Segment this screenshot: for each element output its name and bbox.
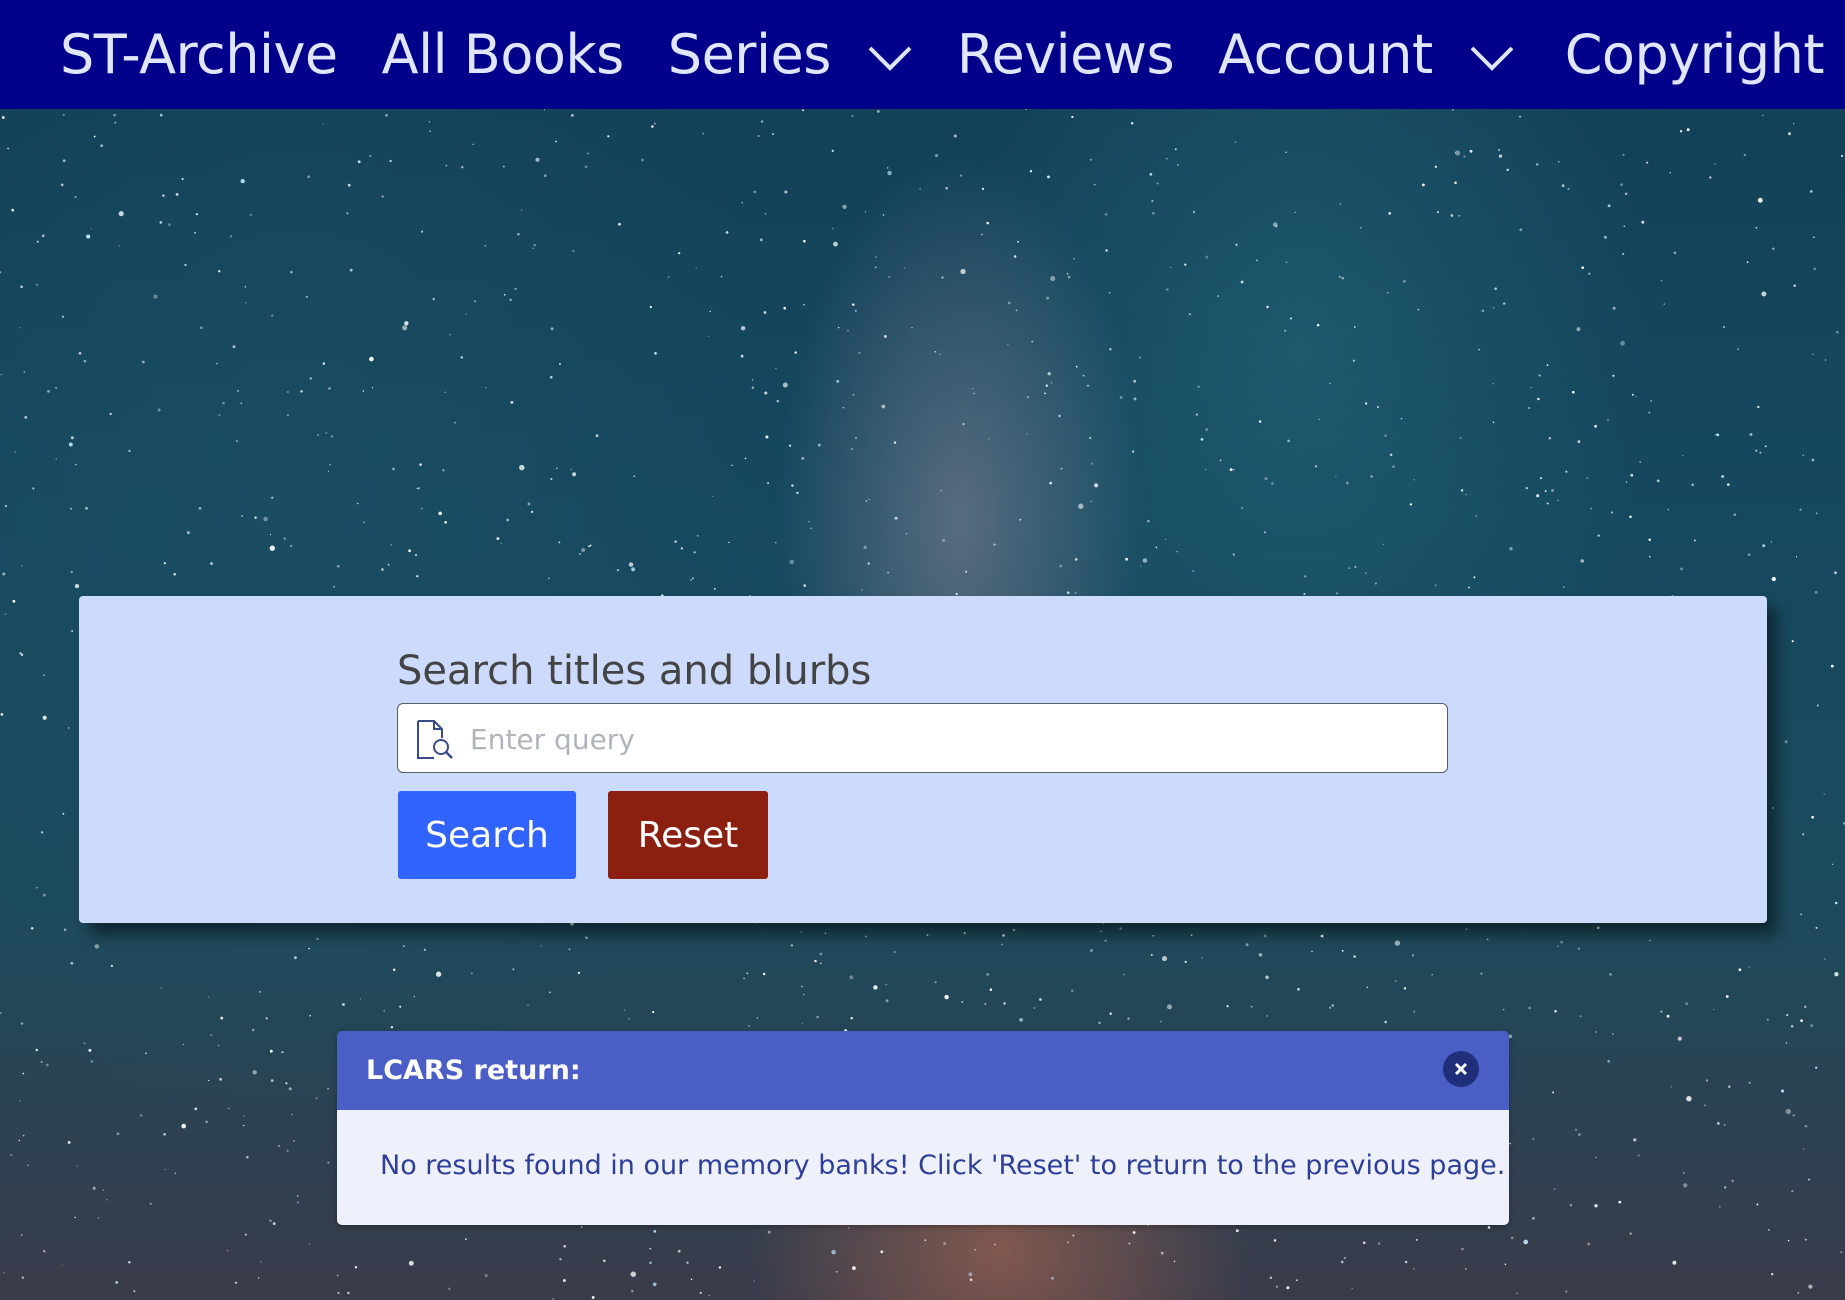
nav-series-dropdown[interactable]: Series bbox=[668, 23, 913, 86]
brand-link[interactable]: ST-Archive bbox=[60, 23, 338, 86]
toast-title: LCARS return: bbox=[366, 1055, 581, 1086]
result-toast: LCARS return: No results found in our me… bbox=[337, 1031, 1509, 1225]
chevron-down-icon bbox=[868, 46, 912, 71]
document-search-icon bbox=[417, 720, 453, 759]
search-button[interactable]: Search bbox=[398, 791, 576, 879]
chevron-down-icon bbox=[1470, 46, 1514, 71]
nav-copyright[interactable]: Copyright bbox=[1565, 23, 1825, 86]
close-icon[interactable] bbox=[1443, 1051, 1479, 1087]
search-label: Search titles and blurbs bbox=[397, 648, 872, 694]
search-box[interactable] bbox=[397, 703, 1448, 773]
toast-header: LCARS return: bbox=[337, 1031, 1509, 1110]
nav-all-books[interactable]: All Books bbox=[382, 23, 625, 86]
toast-body: No results found in our memory banks! Cl… bbox=[337, 1110, 1509, 1225]
nav-account-dropdown[interactable]: Account bbox=[1218, 23, 1515, 86]
nav-account-label: Account bbox=[1218, 23, 1433, 86]
nav-reviews[interactable]: Reviews bbox=[957, 23, 1175, 86]
search-input[interactable] bbox=[468, 712, 1432, 766]
reset-button[interactable]: Reset bbox=[608, 791, 768, 879]
toast-message: No results found in our memory banks! Cl… bbox=[380, 1150, 1506, 1181]
search-card: Search titles and blurbs Search Reset bbox=[79, 596, 1767, 923]
top-navbar: ST-Archive All Books Series Reviews Acco… bbox=[0, 0, 1845, 109]
nav-series-label: Series bbox=[667, 23, 832, 86]
